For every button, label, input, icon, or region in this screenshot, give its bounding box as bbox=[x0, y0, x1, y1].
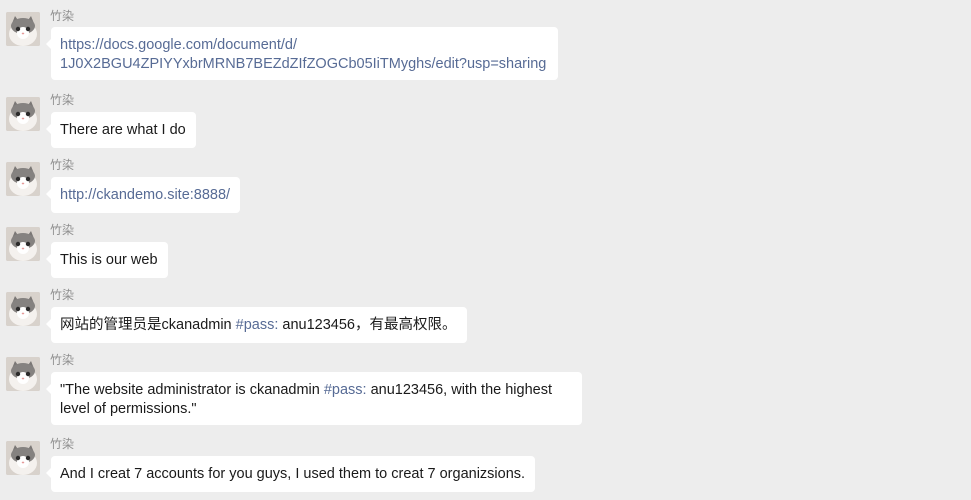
sender-name: 竹染 bbox=[50, 223, 75, 237]
message-bubble[interactable]: https://docs.google.com/document/d/ 1J0X… bbox=[46, 27, 558, 80]
hashtag-link[interactable]: #pass: bbox=[236, 317, 279, 333]
cat-avatar-icon[interactable] bbox=[6, 357, 40, 391]
cat-avatar-icon[interactable] bbox=[6, 162, 40, 196]
sender-name: 竹染 bbox=[50, 437, 75, 451]
message-line: "The website administrator is ckanadmin … bbox=[60, 381, 572, 400]
message-bubble[interactable]: 网站的管理员是ckanadmin #pass: anu123456，有最高权限。 bbox=[46, 307, 467, 343]
message-bubble[interactable]: And I creat 7 accounts for you guys, I u… bbox=[45, 456, 536, 492]
sender-name: 竹染 bbox=[50, 288, 75, 302]
hashtag-link[interactable]: #pass: bbox=[324, 382, 367, 398]
message-text: And I creat 7 accounts for you guys, I u… bbox=[60, 466, 526, 482]
message-text: level of permissions." bbox=[60, 401, 197, 417]
message-link[interactable]: http://ckandemo.site:8888/ bbox=[60, 187, 230, 203]
sender-name: 竹染 bbox=[50, 9, 75, 23]
message-text: anu123456, with the highest bbox=[366, 382, 552, 398]
cat-avatar-icon[interactable] bbox=[6, 97, 40, 131]
sender-name: 竹染 bbox=[50, 158, 75, 172]
cat-avatar-icon[interactable] bbox=[6, 12, 40, 46]
message-text: anu123456，有最高权限。 bbox=[278, 317, 457, 333]
message-link[interactable]: https://docs.google.com/document/d/ bbox=[60, 36, 548, 55]
message-bubble[interactable]: http://ckandemo.site:8888/ bbox=[45, 177, 241, 213]
sender-name: 竹染 bbox=[50, 353, 75, 367]
message-text: 网站的管理员是ckanadmin bbox=[60, 317, 236, 333]
message-bubble[interactable]: "The website administrator is ckanadmin … bbox=[46, 372, 582, 425]
sender-name: 竹染 bbox=[50, 93, 75, 107]
message-link[interactable]: 1J0X2BGU4ZPIYYxbrMRNB7BEZdZIfZOGCb05IiTM… bbox=[60, 55, 548, 74]
cat-avatar-icon[interactable] bbox=[6, 441, 40, 475]
message-bubble[interactable]: This is our web bbox=[46, 242, 168, 278]
cat-avatar-icon[interactable] bbox=[6, 227, 40, 261]
cat-avatar-icon[interactable] bbox=[6, 292, 40, 326]
message-bubble[interactable]: There are what I do bbox=[46, 112, 196, 148]
message-text: This is our web bbox=[60, 252, 158, 268]
message-text: There are what I do bbox=[60, 122, 186, 138]
message-text: "The website administrator is ckanadmin bbox=[60, 382, 324, 398]
